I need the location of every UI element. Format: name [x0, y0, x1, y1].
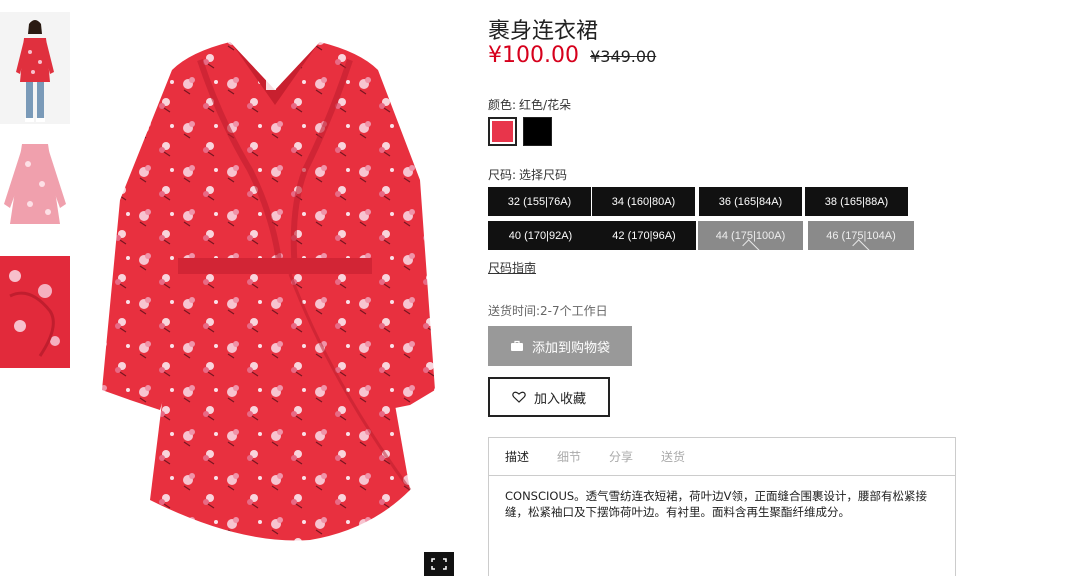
- size-option-42[interactable]: 42 (170|96A): [592, 221, 696, 250]
- color-label-row: 颜色: 红色/花朵: [488, 96, 571, 113]
- size-value: 选择尺码: [519, 168, 568, 182]
- size-option-40[interactable]: 40 (170|92A): [488, 221, 593, 250]
- add-to-favorites-label: 加入收藏: [533, 391, 586, 407]
- size-option-34[interactable]: 34 (160|80A): [592, 187, 695, 216]
- thumbnail-detail[interactable]: [0, 256, 70, 368]
- bag-icon: [510, 340, 523, 351]
- size-label-row: 尺码: 选择尺码: [488, 166, 567, 183]
- thumbnail-list: [0, 12, 72, 378]
- add-to-bag-label: 添加到购物袋: [531, 340, 610, 356]
- size-guide-link[interactable]: 尺码指南: [488, 259, 536, 276]
- add-to-bag-button[interactable]: 添加到购物袋: [488, 326, 632, 366]
- tab-delivery[interactable]: 送货: [661, 448, 685, 465]
- swatch-red-floral[interactable]: [488, 117, 517, 146]
- fullscreen-button[interactable]: [424, 552, 454, 576]
- thumbnail-model[interactable]: [0, 12, 70, 124]
- tab-bar: 描述 细节 分享 送货: [489, 438, 955, 476]
- product-info-tabs: 描述 细节 分享 送货 CONSCIOUS。透气雪纺连衣短裙，荷叶边V领，正面缝…: [488, 437, 956, 576]
- size-option-46[interactable]: 46 (175|104A): [808, 221, 914, 250]
- size-label: 尺码:: [488, 168, 517, 182]
- size-option-36[interactable]: 36 (165|84A): [699, 187, 802, 216]
- size-option-44[interactable]: 44 (175|100A): [698, 221, 803, 250]
- tab-share[interactable]: 分享: [609, 448, 633, 465]
- current-price: ¥100.00: [488, 43, 579, 68]
- color-swatches: [488, 117, 552, 146]
- tab-description[interactable]: 描述: [505, 448, 529, 465]
- main-product-image[interactable]: [90, 30, 460, 576]
- swatch-black[interactable]: [523, 117, 552, 146]
- color-value: 红色/花朵: [519, 98, 572, 112]
- add-to-favorites-button[interactable]: 加入收藏: [488, 377, 610, 417]
- fullscreen-icon: [431, 558, 447, 570]
- size-option-32[interactable]: 32 (155|76A): [488, 187, 591, 216]
- thumbnail-back[interactable]: [0, 134, 70, 246]
- delivery-time: 送货时间:2-7个工作日: [488, 304, 608, 318]
- tab-details[interactable]: 细节: [557, 448, 581, 465]
- color-label: 颜色:: [488, 98, 517, 112]
- product-title: 裹身连衣裙: [488, 19, 599, 44]
- heart-icon: [512, 391, 526, 403]
- product-description: CONSCIOUS。透气雪纺连衣短裙，荷叶边V领，正面缝合围裹设计，腰部有松紧接…: [505, 489, 928, 519]
- size-option-38[interactable]: 38 (165|88A): [805, 187, 908, 216]
- price-row: ¥100.00 ¥349.00: [488, 43, 656, 68]
- original-price: ¥349.00: [590, 47, 657, 66]
